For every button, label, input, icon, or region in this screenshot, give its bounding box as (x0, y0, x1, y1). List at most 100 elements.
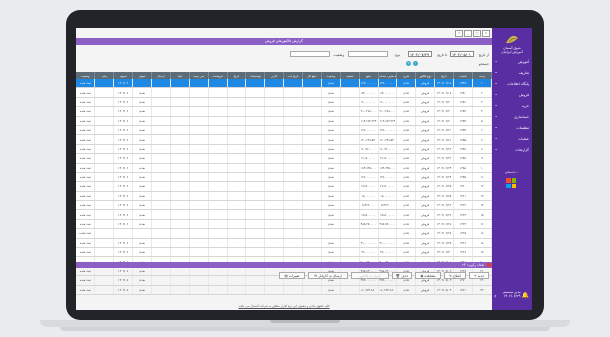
column-header[interactable]: سر رسید (189, 72, 209, 79)
table-row[interactable]: ثبت شده ۱۴۰۲/۰۶ نقدی نقدی ۶۹,۵۰۰,۰۰۰ ۶۹,۵۰۰,۰… (76, 209, 493, 220)
changes-button[interactable]: ▤ تغییرات (279, 272, 305, 279)
table-cell: ۲۱,۵۰۰,۰۰۰ (378, 153, 398, 164)
table-cell (151, 116, 171, 126)
windows-icon[interactable] (506, 178, 516, 188)
column-header[interactable]: ردیف (472, 72, 493, 79)
table-cell: ۱۴۰۲/۰۶ (113, 134, 134, 145)
sidebar-item-label: پایگاه اطلاعات (507, 82, 529, 86)
help-button[interactable]: ? (455, 30, 463, 37)
column-header[interactable]: وضعیت (76, 72, 96, 79)
from-date-label: از تاریخ (478, 53, 489, 57)
column-header[interactable]: مبلغ کل (302, 72, 322, 79)
column-header[interactable]: کاربر (264, 72, 285, 79)
table-cell: ۱۳۶۴ (453, 219, 473, 230)
sidebar-item[interactable]: • فروش (495, 93, 529, 97)
table-cell (283, 209, 303, 220)
new-button[interactable]: + جدید (469, 272, 489, 279)
table-row[interactable]: ثبت شده ۱۴۰۲/۰۶ نقدی نقدی ۱۸,۰۰۰,۰۰۰ ۱۸,۰۰۰,۰… (76, 191, 493, 202)
table-cell: ۲۷,۵۰۰,۰۰۰ (359, 181, 379, 192)
column-header[interactable]: شرح (396, 72, 417, 79)
delete-button[interactable]: 🗑 حذف (392, 272, 412, 279)
table-cell (283, 191, 303, 202)
column-header[interactable]: تایید (170, 72, 190, 79)
sidebar-search[interactable]: جستجو... (492, 170, 532, 174)
table-row[interactable]: ثبت شده ۱۴۰۲/۰۶ نقدی نقدی ۱۲۷,۰۰۰,۰۰۰ ۱۲۷,۰۰۰… (76, 125, 493, 136)
next-icon[interactable]: › (413, 61, 418, 66)
column-header[interactable]: تاریخ (227, 72, 247, 79)
table-row[interactable]: ثبت شده ۱۴۰۲/۰۶ نقدی نقدی ۱۱۴,۶۷۳,۲۲۴ ۱۱۴,۶۷۳… (76, 116, 493, 126)
table-row[interactable]: ثبت شده ۱۴۰۲/۰۶ نقدی نقدی ۵,۴۶۲,۰۰۰ ۵,۴۶۲,۰۰۰… (76, 200, 493, 211)
table-row[interactable]: ثبت شده ۱۴۰۲/۰۶ نقدی نقدی ۱۲۷,۰۰۰,۰۰۰ ۱۲۷,۰۰۰… (76, 172, 493, 183)
from-date-field[interactable]: ۱۴۰۲/۰۵/۰۱ (450, 51, 474, 57)
table-cell (340, 172, 360, 183)
table-cell: ۱۳۵۳ (453, 116, 473, 126)
footer-link[interactable]: کلیه حقوق مادی و معنوی این نرم افزار متع… (76, 304, 492, 308)
sidebar-item[interactable]: • گزارشات (495, 148, 529, 152)
table-cell: فروش (415, 116, 436, 126)
to-date-field[interactable]: ۱۴۰۲/۰۷/۲۹ (408, 51, 432, 57)
column-header[interactable]: تاریخ ثبت (283, 72, 303, 79)
type-select[interactable] (348, 51, 388, 57)
maximize-button[interactable]: □ (473, 30, 481, 37)
table-row[interactable]: ثبت شده ۱۴۰۲/۰۶ نقدی نقدی ۲۷,۵۰۰,۰۰۰ ۲۷,۵۰۰,۰… (76, 181, 493, 192)
sidebar-item[interactable]: • عملیات (495, 137, 529, 141)
minimize-button[interactable]: _ (464, 30, 472, 37)
column-header[interactable]: وضعیت (321, 72, 341, 79)
edit-button[interactable]: ✎ اصلاح (444, 272, 466, 279)
table-row[interactable]: ثبت شده ۱۴۰۲/۰۶ نقدی نقدی ۱۲۰,۲۳۷,۵۴۰ ۱۲۰,۲۳۷… (76, 134, 493, 145)
column-header[interactable]: چاپ (94, 72, 115, 79)
sidebar-item[interactable]: • پایگاه اطلاعات (495, 82, 529, 86)
table-cell: ۷ (472, 134, 493, 145)
column-header[interactable]: توضیحات (245, 72, 266, 79)
column-header[interactable]: تاریخ (434, 72, 454, 79)
table-cell: ۱۲۹,۰۰۰,۰۰۰ (359, 79, 379, 89)
table-cell: ۱۴۰۲/۰۷/۰۴ (434, 285, 454, 296)
table-row[interactable]: ثبت شده ۱۴۰۲/۰۶ نقدی نقدی ۹۰,۰۰۰,۰۰۰ ۹۰,۰۰۰,۰… (76, 97, 493, 108)
table-row[interactable]: ثبت شده ۱۴۰۲/۰۶ نقدی نقدی ۱۷۴,۷۳۵,۰۰۰ ۱۷۴,۷۳۵… (76, 163, 493, 173)
table-row[interactable]: ثبت شده ۱۴۰۲/۰۶ نقدی نقدی ۲۱۰,۲۷۸,۰۰۰ ۲۱۰,۲۷۸… (76, 106, 493, 117)
table-cell: عادی (396, 209, 417, 220)
table-cell (227, 153, 247, 164)
table-row[interactable]: ثبت شده ۱۴۰۲/۰۶ نقدی نقدی ۹۰,۳۷۰,۰۰۰ ۹۰,۳۷۰,۰… (76, 144, 493, 155)
sidebar-item[interactable]: • آموزش (495, 60, 529, 64)
sidebar-footer: مدیر سیستم ۱۴۰۲/۰۷/۲۹ (494, 290, 530, 298)
table-row[interactable]: ثبت شده ۱۴۰۲/۰۷ نقدی نقدی ۸۰,۲۷۳,۸۶۰ ۸۰,۲۷۳,۸… (76, 285, 493, 296)
column-header[interactable]: نوع فاکتور (415, 72, 436, 79)
table-cell (283, 172, 303, 183)
sidebar-item[interactable]: • تنظیمات (495, 126, 529, 130)
column-header[interactable]: تحویل (132, 72, 152, 79)
sidebar-item[interactable]: • خرید (495, 104, 529, 108)
sidebar-item[interactable]: • حسابداری (495, 115, 529, 119)
column-header[interactable]: نام طرف حساب (378, 72, 398, 79)
column-header[interactable]: شماره (453, 72, 473, 79)
table-row[interactable]: ثبت شده ۱۴۰۲/۰۶ نقدی نقدی ۸۴,۰۰۰,۰۰۰ ۸۴,۰۰۰,۰… (76, 87, 493, 98)
table-row[interactable]: ثبت نشده عادی فروش ۱۴۰۲/۰۶/۲۸ ۱۳۶۵ ۱۷ (76, 228, 493, 239)
send-button[interactable]: ✉ ارسال به کارتابل (308, 272, 348, 279)
table-cell (151, 238, 171, 249)
sidebar-item[interactable]: • تعاریف (495, 71, 529, 75)
column-header[interactable]: تسویه (113, 72, 134, 79)
table-cell (302, 238, 322, 249)
status-select[interactable] (290, 51, 330, 57)
table-row[interactable]: ثبت شده ۱۴۰۲/۰۶ نقدی نقدی ۲۱,۵۰۰,۰۰۰ ۲۱,۵۰۰,۰… (76, 153, 493, 164)
table-row[interactable]: ثبت شده ۱۴۰۲/۰۶ نقدی نقدی ۳۶,۰۰۰,۰۰۰ ۳۶,۰۰۰,۰… (76, 247, 493, 258)
refresh-icon[interactable]: ↻ (406, 61, 411, 66)
table-cell (245, 285, 266, 296)
convert-button[interactable]: تبدیل به فاکتور (351, 272, 389, 279)
table-cell: نقدی (321, 125, 341, 136)
table-cell: نقدی (321, 181, 341, 192)
table-cell: ثبت شده (76, 163, 96, 173)
table-row[interactable]: ثبت شده ۱۴۰۲/۰۶ نقدی ۱۲۹,۰۰۰,۰۰۰ ۱۲۹,۰۰۰,۰۰۰… (76, 79, 493, 89)
column-header[interactable]: ارسال (151, 72, 171, 79)
close-button[interactable]: × (482, 30, 490, 37)
table-cell: ۲ (472, 87, 493, 98)
table-cell: نقدی (321, 116, 341, 126)
table-cell: ۱۴۰۲/۰۶ (113, 97, 134, 108)
table-cell: ۱۳۵۹ (453, 172, 473, 183)
column-header[interactable]: مبلغ (359, 72, 379, 79)
table-row[interactable]: ثبت شده ۱۴۰۲/۰۶ نقدی نقدی ۴۱۰,۰۰۰,۰۰۰ ۴۱۰,۰۰۰… (76, 238, 493, 249)
table-row[interactable]: ثبت شده ۱۴۰۲/۰۶ نقدی نقدی ۳۸۹,۲۵۰,۰۰۰ ۳۸۹,۲۵۰… (76, 219, 493, 230)
column-header[interactable]: فروشنده (208, 72, 228, 79)
view-button[interactable]: ◉ مشاهده (415, 272, 441, 279)
column-header[interactable]: تخفیف (340, 72, 360, 79)
